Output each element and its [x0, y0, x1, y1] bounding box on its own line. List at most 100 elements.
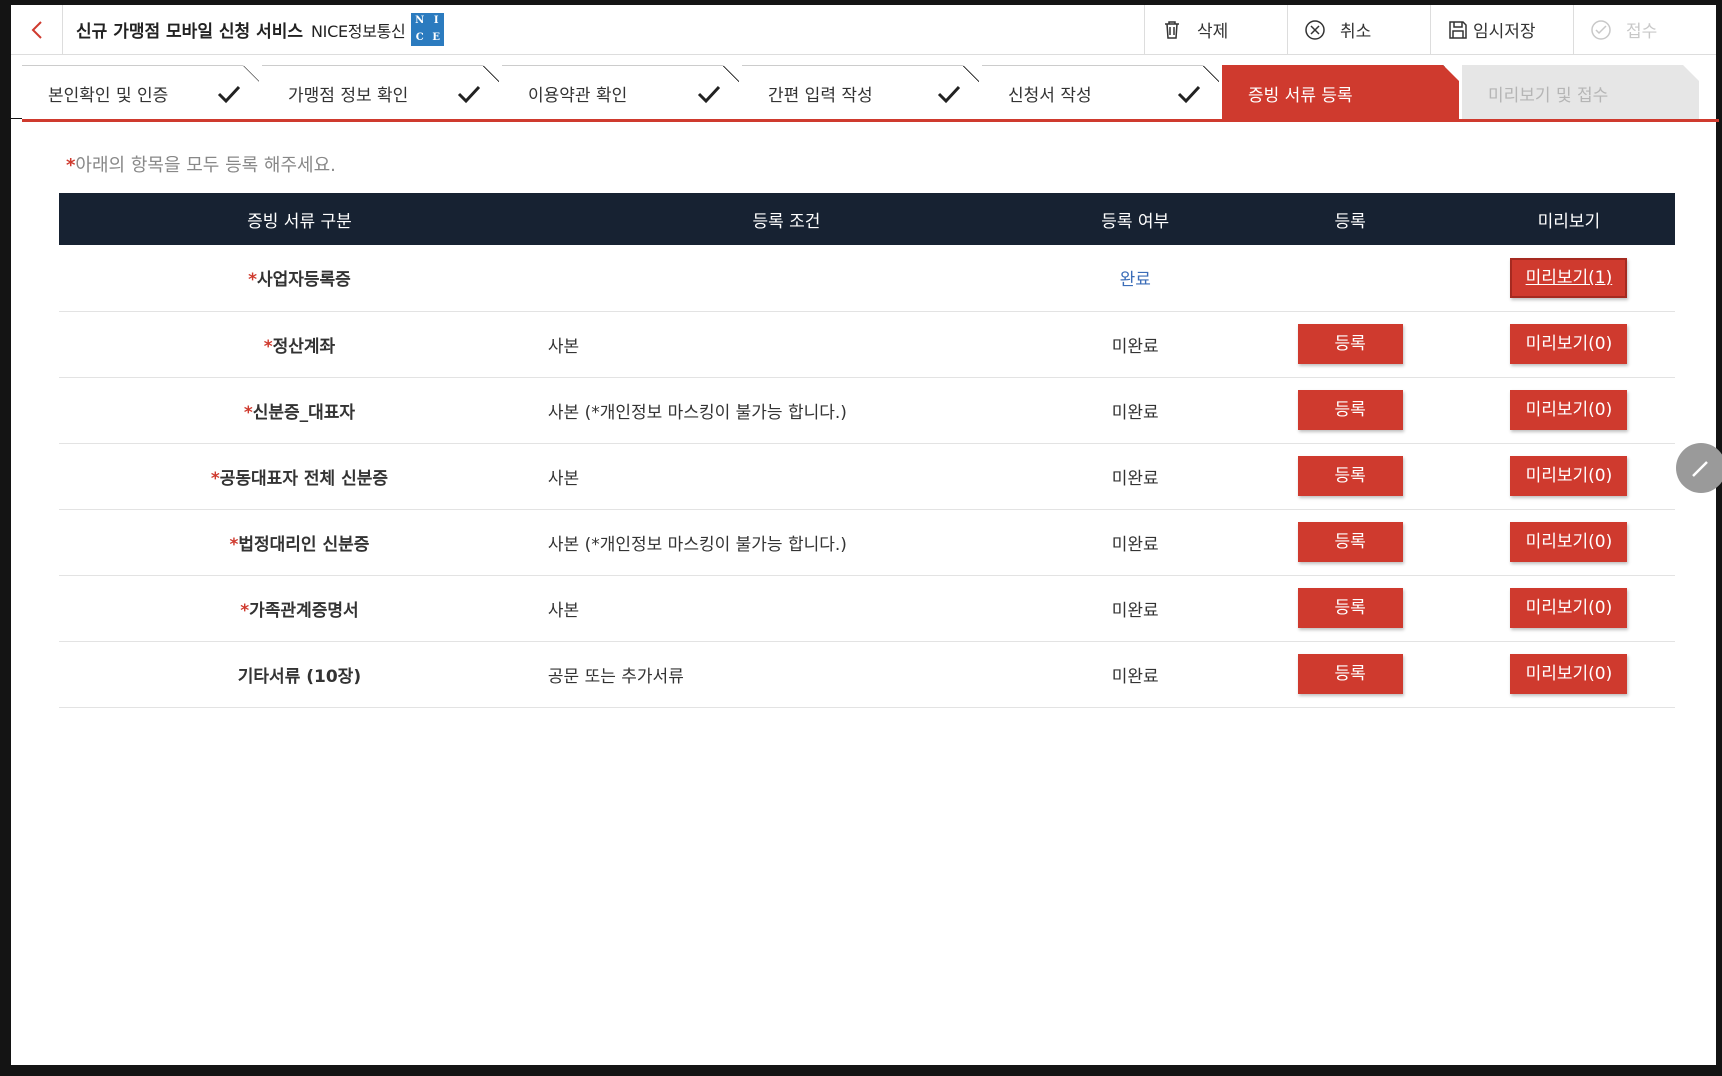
checkmark-icon: [1177, 84, 1201, 104]
register-button[interactable]: 등록: [1297, 654, 1403, 694]
table-row: *정산계좌 사본 미완료 등록 미리보기(0): [59, 311, 1675, 378]
doc-name: *사업자등록증: [59, 245, 540, 312]
preview-cell: 미리보기(0): [1462, 443, 1675, 510]
doc-condition: [539, 245, 1034, 312]
doc-name: *신분증_대표자: [59, 377, 540, 444]
submit-label: 접수: [1626, 22, 1658, 42]
save-icon: [1449, 20, 1467, 39]
checkmark-icon: [697, 84, 721, 104]
register-button[interactable]: 등록: [1297, 588, 1403, 628]
step-label: 미리보기 및 접수: [1488, 85, 1609, 106]
doc-name: *공동대표자 전체 신분증: [59, 443, 540, 510]
doc-condition: 사본: [539, 575, 1034, 642]
table-row: 기타서류 (10장) 공문 또는 추가서류 미완료 등록 미리보기(0): [59, 641, 1675, 708]
doc-name: *정산계좌: [59, 311, 540, 378]
table-row: *법정대리인 신분증 사본 (*개인정보 마스킹이 불가능 합니다.) 미완료 …: [59, 509, 1675, 576]
table-row: *가족관계증명서 사본 미완료 등록 미리보기(0): [59, 575, 1675, 642]
doc-condition: 공문 또는 추가서류: [539, 641, 1034, 708]
doc-status: 미완료: [1033, 641, 1238, 708]
preview-cell: 미리보기(0): [1462, 509, 1675, 576]
register-cell: 등록: [1237, 641, 1463, 708]
submit-button[interactable]: 접수: [1573, 5, 1716, 54]
preview-cell: 미리보기(0): [1462, 641, 1675, 708]
doc-name: 기타서류 (10장): [59, 641, 540, 708]
step-label: 증빙 서류 등록: [1248, 85, 1353, 106]
table-header-row: 증빙 서류 구분 등록 조건 등록 여부 등록 미리보기: [59, 193, 1675, 245]
preview-button[interactable]: 미리보기(1): [1510, 257, 1628, 298]
doc-status: 미완료: [1033, 377, 1238, 444]
doc-condition: 사본: [539, 443, 1034, 510]
preview-cell: 미리보기(0): [1462, 377, 1675, 444]
temp-save-label: 임시저장: [1473, 22, 1536, 42]
cancel-button[interactable]: 취소: [1287, 5, 1430, 54]
step-label: 본인확인 및 인증: [48, 86, 169, 106]
register-cell: 등록: [1237, 443, 1463, 510]
register-button[interactable]: 등록: [1297, 456, 1403, 496]
register-cell: 등록: [1237, 377, 1463, 444]
brand-text: NICE정보통신: [311, 21, 406, 41]
documents-table: 증빙 서류 구분 등록 조건 등록 여부 등록 미리보기 *사업자등록증 완료 …: [59, 193, 1675, 708]
checkmark-icon: [457, 84, 481, 104]
preview-button[interactable]: 미리보기(0): [1510, 522, 1628, 562]
step-identity[interactable]: 본인확인 및 인증: [22, 65, 259, 121]
register-button[interactable]: 등록: [1297, 324, 1403, 364]
table-row: *사업자등록증 완료 미리보기(1): [59, 245, 1675, 312]
register-cell: 등록: [1237, 311, 1463, 378]
checkmark-icon: [217, 84, 241, 104]
doc-condition: 사본: [539, 311, 1034, 378]
preview-cell: 미리보기(0): [1462, 575, 1675, 642]
edit-fab-button[interactable]: [1676, 443, 1722, 493]
top-header: 신규 가맹점 모바일 신청 서비스 NICE정보통신 NI CE 삭제 취소 임…: [11, 5, 1716, 55]
page-title: 신규 가맹점 모바일 신청 서비스: [76, 22, 303, 42]
notice-text: *아래의 항목을 모두 등록 해주세요.: [66, 155, 336, 176]
checkmark-icon: [937, 84, 961, 104]
doc-condition: 사본 (*개인정보 마스킹이 불가능 합니다.): [539, 509, 1034, 576]
step-label: 이용약관 확인: [528, 86, 628, 106]
preview-button[interactable]: 미리보기(0): [1510, 390, 1628, 430]
doc-name: *법정대리인 신분증: [59, 509, 540, 576]
preview-button[interactable]: 미리보기(0): [1510, 654, 1628, 694]
register-cell: 등록: [1237, 575, 1463, 642]
cancel-label: 취소: [1340, 22, 1372, 42]
temp-save-button[interactable]: 임시저장: [1430, 5, 1573, 54]
step-label: 가맹점 정보 확인: [288, 86, 409, 106]
doc-status: 미완료: [1033, 575, 1238, 642]
register-button[interactable]: 등록: [1297, 522, 1403, 562]
step-terms[interactable]: 이용약관 확인: [502, 65, 739, 121]
step-preview-submit[interactable]: 미리보기 및 접수: [1462, 65, 1699, 121]
doc-status: 미완료: [1033, 443, 1238, 510]
register-button[interactable]: 등록: [1297, 390, 1403, 430]
trash-icon: [1165, 20, 1179, 39]
table-row: *신분증_대표자 사본 (*개인정보 마스킹이 불가능 합니다.) 미완료 등록…: [59, 377, 1675, 444]
preview-button[interactable]: 미리보기(0): [1510, 324, 1628, 364]
header-condition: 등록 조건: [539, 193, 1034, 245]
back-button[interactable]: [11, 5, 63, 54]
step-documents[interactable]: 증빙 서류 등록: [1222, 65, 1459, 121]
preview-button[interactable]: 미리보기(0): [1510, 456, 1628, 496]
doc-status: 미완료: [1033, 311, 1238, 378]
doc-status: 완료: [1033, 245, 1238, 312]
step-label: 간편 입력 작성: [768, 86, 873, 106]
step-application[interactable]: 신청서 작성: [982, 65, 1219, 121]
nice-logo: NI CE: [411, 13, 445, 46]
check-circle-icon: [1591, 19, 1611, 40]
table-row: *공동대표자 전체 신분증 사본 미완료 등록 미리보기(0): [59, 443, 1675, 510]
step-label: 신청서 작성: [1008, 86, 1092, 106]
preview-cell: 미리보기(1): [1462, 245, 1675, 312]
header-register: 등록: [1237, 193, 1463, 245]
page-title-area: 신규 가맹점 모바일 신청 서비스 NICE정보통신 NI CE: [63, 5, 1144, 54]
preview-cell: 미리보기(0): [1462, 311, 1675, 378]
step-merchant-info[interactable]: 가맹점 정보 확인: [262, 65, 499, 121]
doc-status: 미완료: [1033, 509, 1238, 576]
register-cell: [1237, 245, 1463, 312]
app-frame: 신규 가맹점 모바일 신청 서비스 NICE정보통신 NI CE 삭제 취소 임…: [11, 5, 1719, 1065]
delete-label: 삭제: [1197, 22, 1229, 42]
steps-underline: [22, 119, 1719, 122]
preview-button[interactable]: 미리보기(0): [1510, 588, 1628, 628]
delete-button[interactable]: 삭제: [1144, 5, 1287, 54]
chevron-left-icon: [31, 20, 42, 39]
step-simple-input[interactable]: 간편 입력 작성: [742, 65, 979, 121]
pencil-icon: [1692, 461, 1708, 477]
doc-name: *가족관계증명서: [59, 575, 540, 642]
header-doc-type: 증빙 서류 구분: [59, 193, 540, 245]
